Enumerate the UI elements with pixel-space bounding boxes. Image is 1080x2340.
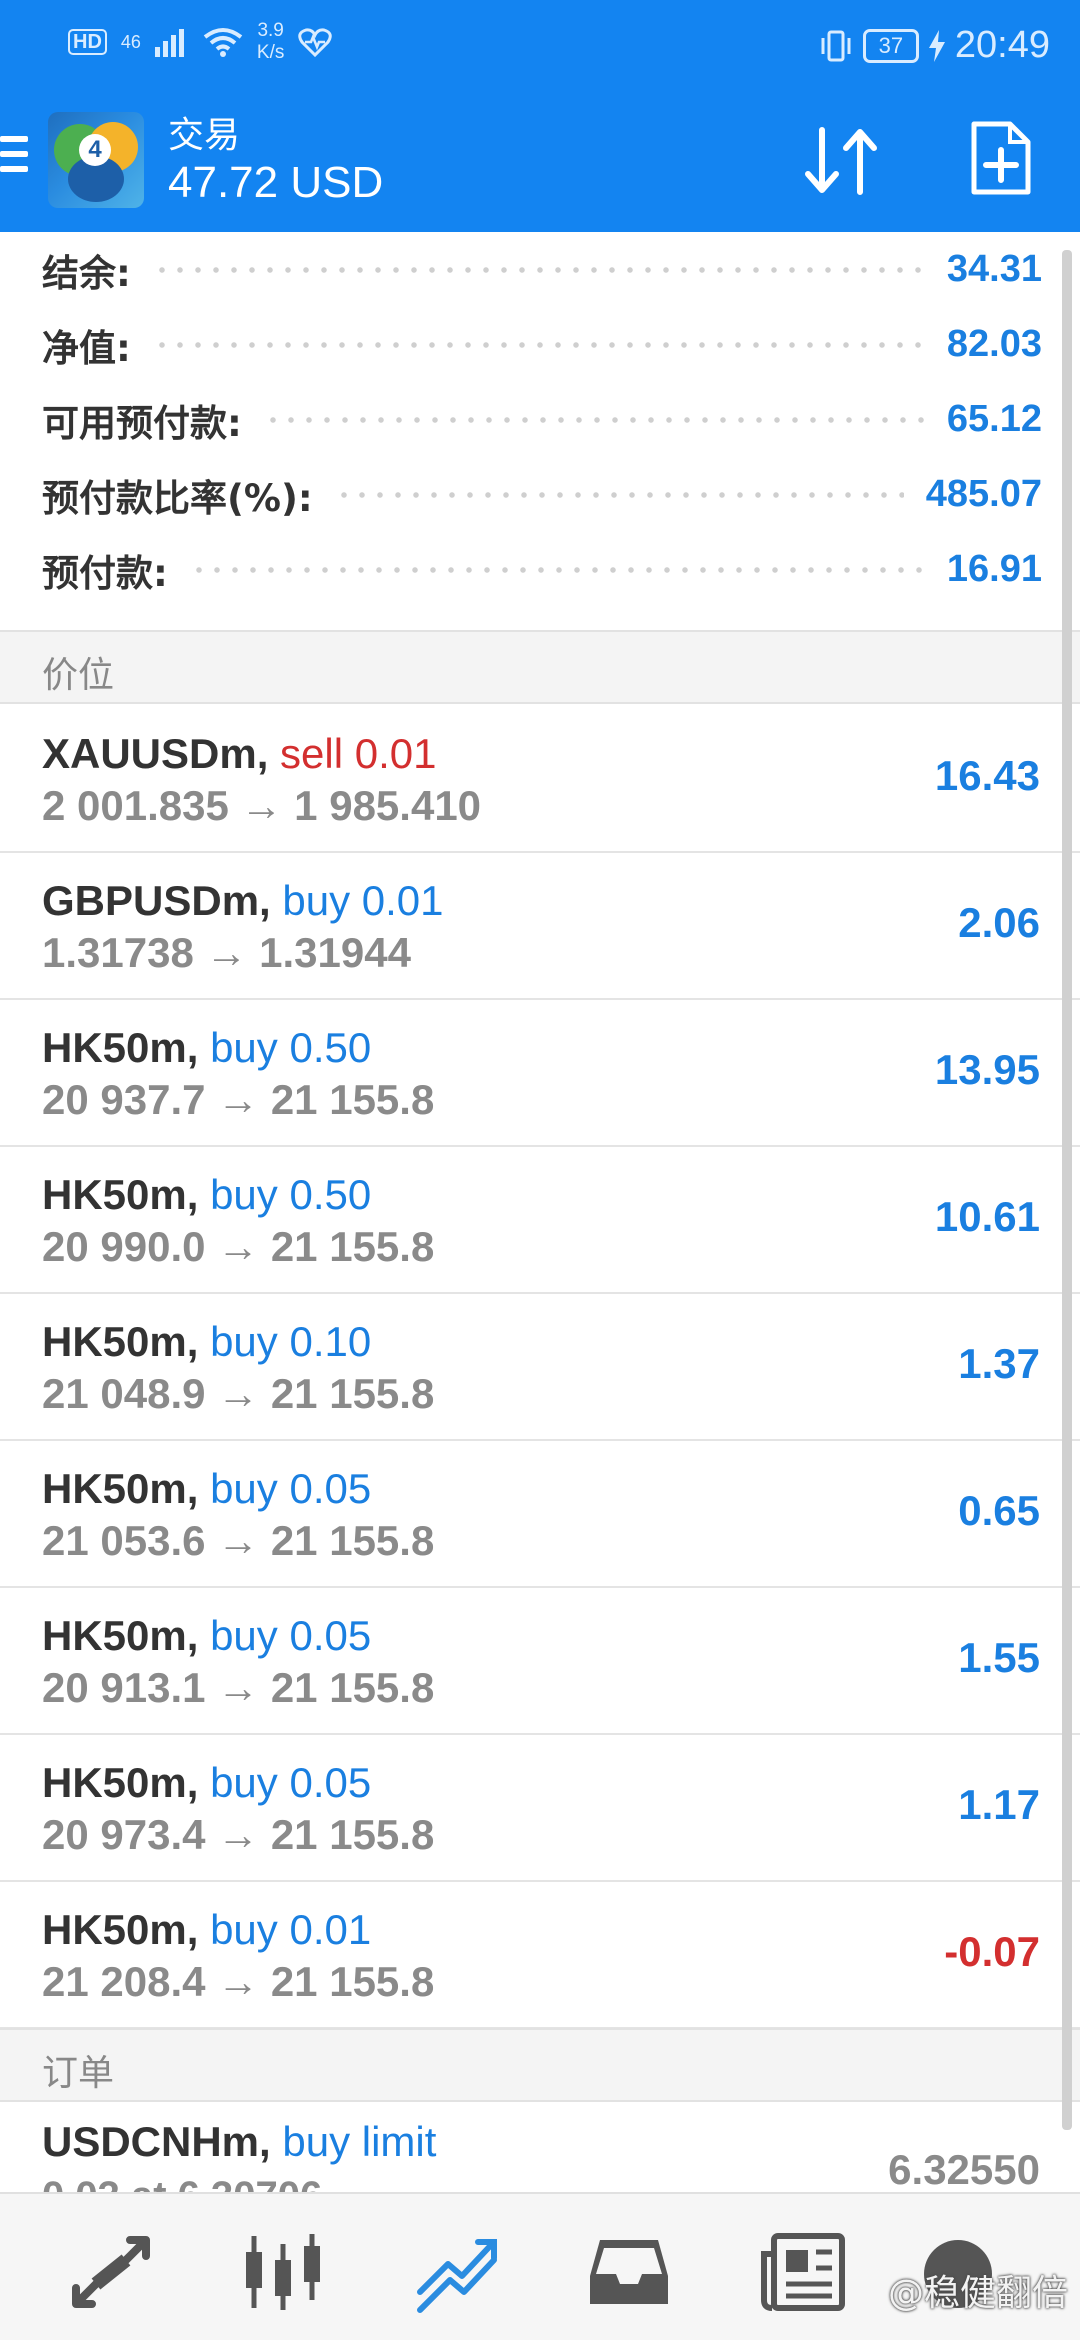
bottom-navigation: @稳健翻倍	[0, 2192, 1080, 2340]
vibrate-icon	[821, 30, 851, 61]
account-summary: 结余: 34.31 净值: 82.03 可用预付款: 65.12 预付款比率(%…	[0, 232, 1080, 607]
positions-list: XAUUSDm, sell 0.01 2 001.835 → 1 985.410…	[0, 706, 1080, 2029]
positions-section-header: 价位	[0, 630, 1080, 704]
summary-margin-row: 预付款: 16.91	[42, 548, 1042, 595]
position-profit: 1.55	[958, 1634, 1040, 1681]
order-price: 6.32550	[888, 2146, 1040, 2192]
account-balance: 47.72 USD	[168, 158, 384, 207]
position-row[interactable]: HK50m, buy 0.05 21 053.6 → 21 155.8 0.65	[0, 1441, 1080, 1588]
news-icon[interactable]	[758, 2230, 848, 2314]
position-row[interactable]: HK50m, buy 0.05 20 973.4 → 21 155.8 1.17	[0, 1735, 1080, 1882]
position-profit: 1.17	[958, 1781, 1040, 1828]
position-row[interactable]: HK50m, buy 0.10 21 048.9 → 21 155.8 1.37	[0, 1294, 1080, 1441]
status-bar: HD 46 3.9 K/s 37 20:49	[0, 0, 1080, 92]
position-row[interactable]: HK50m, buy 0.50 20 990.0 → 21 155.8 10.6…	[0, 1147, 1080, 1294]
sort-arrows-icon[interactable]	[800, 126, 884, 196]
position-profit: 10.61	[934, 1193, 1040, 1240]
position-row[interactable]: HK50m, buy 0.50 20 937.7 → 21 155.8 13.9…	[0, 1000, 1080, 1147]
position-row[interactable]: HK50m, buy 0.01 21 208.4 → 21 155.8 -0.0…	[0, 1882, 1080, 2029]
network-type: 46	[120, 32, 141, 52]
menu-icon[interactable]	[0, 136, 30, 180]
position-profit: 13.95	[934, 1046, 1040, 1093]
app-bar: 4 交易 47.72 USD	[0, 92, 1080, 232]
summary-margin-level-row: 预付款比率(%): 485.07	[42, 473, 1042, 520]
top-bar: HD 46 3.9 K/s 37 20:49 4 交易 47.72 USD	[0, 0, 1080, 232]
position-profit: 0.65	[958, 1487, 1040, 1534]
new-order-icon[interactable]	[970, 120, 1032, 196]
page-title: 交易	[168, 115, 241, 156]
position-profit: -0.07	[944, 1928, 1040, 1975]
position-row[interactable]: GBPUSDm, buy 0.01 1.31738 → 1.31944 2.06	[0, 853, 1080, 1000]
position-profit: 1.37	[958, 1340, 1040, 1387]
watermark: @稳健翻倍	[887, 2273, 1068, 2314]
summary-equity-row: 净值: 82.03	[42, 323, 1042, 370]
position-row[interactable]: HK50m, buy 0.05 20 913.1 → 21 155.8 1.55	[0, 1588, 1080, 1735]
network-speed: 3.9 K/s	[256, 20, 285, 63]
orders-section-header: 订单	[0, 2028, 1080, 2102]
position-profit: 16.43	[934, 752, 1040, 799]
position-profit: 2.06	[958, 899, 1040, 946]
quotes-icon[interactable]	[66, 2230, 156, 2314]
summary-balance-row: 结余: 34.31	[42, 248, 1042, 295]
charging-icon	[928, 29, 945, 62]
battery-icon: 37	[862, 28, 919, 63]
heart-icon	[298, 28, 333, 57]
summary-free-margin-row: 可用预付款: 65.12	[42, 398, 1042, 445]
clock: 20:49	[954, 24, 1050, 66]
signal-icon	[154, 29, 184, 57]
scrollbar[interactable]	[1062, 250, 1072, 2130]
order-row[interactable]: USDCNHm, buy limit 0.03 at 6.30706 6.325…	[0, 2102, 1080, 2192]
trade-icon[interactable]	[412, 2230, 502, 2314]
position-row[interactable]: XAUUSDm, sell 0.01 2 001.835 → 1 985.410…	[0, 706, 1080, 853]
app-logo: 4	[48, 112, 144, 208]
wifi-icon	[203, 28, 243, 57]
hd-badge: HD	[68, 29, 107, 55]
history-icon[interactable]	[584, 2230, 674, 2314]
chart-icon[interactable]	[238, 2230, 328, 2314]
